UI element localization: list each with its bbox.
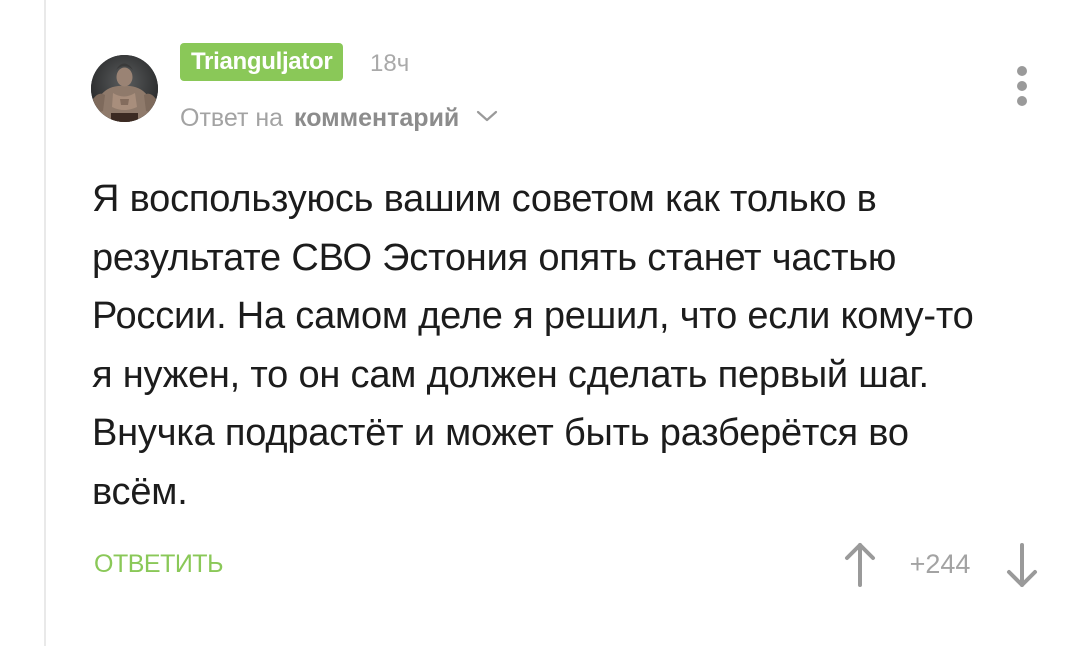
comment-line: я нужен, то он сам должен сделать первый… [92,353,929,396]
reply-button[interactable]: ОТВЕТИТЬ [94,549,223,579]
chevron-down-icon[interactable] [476,101,498,122]
comment-line: всём. [92,470,188,513]
more-vertical-icon[interactable] [1005,62,1039,112]
comment-line: Внучка подрастёт и может быть разберётся… [92,412,909,454]
parent-comment-link[interactable]: комментарий [294,104,459,132]
author-badge[interactable]: Trianguljator [180,43,344,81]
comment-line: Я воспользуюсь вашим советом как только … [92,178,877,220]
user-avatar[interactable] [91,55,158,122]
comment-line: результате СВО Эстония опять станет част… [92,236,897,279]
reply-to-line: Ответ на комментарий [180,101,498,133]
comment-line: России. На самом деле я решил, что если … [92,295,974,337]
comment-time: 18ч [370,50,410,77]
avatar-image [91,55,158,122]
arrow-up-icon[interactable] [840,541,880,589]
rating-count: +244 [909,549,971,579]
comment-text: Я воспользуюсь вашим советом как только … [92,170,1052,521]
arrow-down-icon[interactable] [1002,541,1042,589]
reply-to-prefix: Ответ на [180,104,284,132]
thread-line [44,0,46,646]
comment-page: Trianguljator 18ч Ответ на комментарий Я… [0,0,1080,646]
